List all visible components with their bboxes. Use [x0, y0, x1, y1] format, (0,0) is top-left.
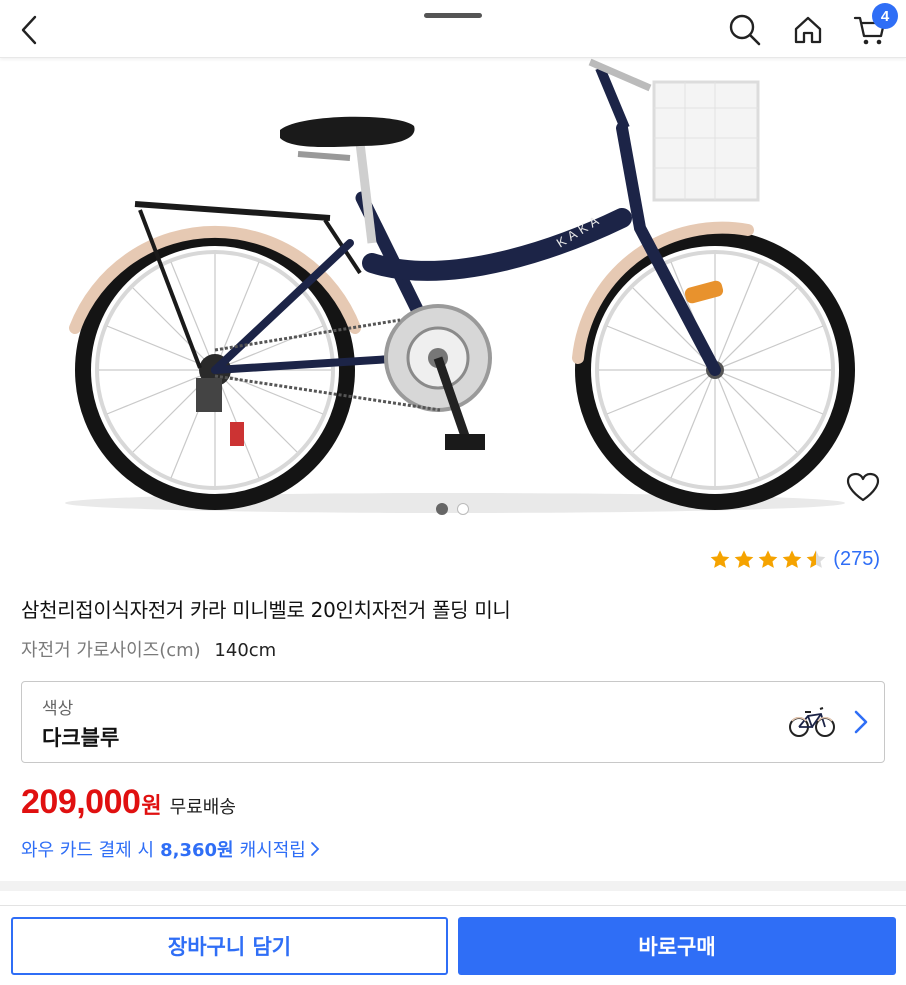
heart-icon: [846, 472, 880, 502]
product-page: 4 KAKA (275) 삼천리접이식자전거 카라 미니벨로 20인치자전거 폴…: [0, 0, 906, 985]
price-unit: 원: [141, 794, 162, 819]
bicycle-photo: KAKA: [65, 58, 855, 513]
spec-value: 140cm: [214, 640, 277, 661]
cashback-suffix: 캐시적립: [239, 840, 306, 861]
home-icon: [794, 16, 822, 44]
bottom-action-bar: 장바구니 담기 바로구매: [0, 905, 906, 985]
drag-handle[interactable]: [424, 13, 482, 18]
cashback-link[interactable]: 와우 카드 결제 시 8,360원 캐시적립: [21, 836, 320, 862]
chevron-right-icon: [310, 842, 320, 856]
cashback-prefix: 와우 카드 결제 시: [21, 840, 155, 861]
bicycle-thumbnail: [789, 707, 835, 737]
product-title: 삼천리접이식자전거 카라 미니벨로 20인치자전거 폴딩 미니: [21, 598, 511, 622]
carousel-dot[interactable]: [457, 503, 469, 515]
share-button[interactable]: [842, 526, 884, 528]
star-full-icon: [734, 549, 754, 568]
top-bar: [0, 0, 906, 58]
carousel-dot-active[interactable]: [436, 503, 448, 515]
spec-label: 자전거 가로사이즈(cm): [21, 640, 201, 661]
option-label: 색상: [42, 699, 74, 719]
product-image-carousel[interactable]: KAKA: [0, 58, 906, 528]
color-option-selector[interactable]: 색상 다크블루: [21, 681, 885, 763]
section-divider: [0, 881, 906, 891]
back-button[interactable]: [8, 8, 52, 52]
option-value: 다크블루: [42, 726, 120, 750]
star-half-icon: [806, 549, 826, 568]
review-count[interactable]: (275): [833, 548, 880, 571]
search-icon: [729, 14, 761, 46]
search-button[interactable]: [723, 8, 767, 52]
buy-now-button[interactable]: 바로구매: [458, 917, 896, 975]
star-full-icon: [782, 549, 802, 568]
price-row: 209,000 원 무료배송: [21, 783, 236, 822]
chevron-left-icon: [21, 15, 37, 45]
star-full-icon: [758, 549, 778, 568]
cashback-amount: 8,360원: [160, 840, 234, 861]
add-to-cart-button[interactable]: 장바구니 담기: [11, 917, 448, 975]
star-full-icon: [710, 549, 730, 568]
home-button[interactable]: [786, 8, 830, 52]
product-rating[interactable]: (275): [709, 548, 880, 571]
wishlist-button[interactable]: [842, 466, 884, 508]
chevron-right-icon: [854, 710, 868, 734]
cart-count-badge: 4: [872, 3, 898, 29]
product-spec: 자전거 가로사이즈(cm) 140cm: [21, 636, 276, 662]
sale-price: 209,000: [21, 783, 141, 821]
shipping-info: 무료배송: [169, 797, 236, 818]
carousel-indicator: [436, 503, 469, 515]
